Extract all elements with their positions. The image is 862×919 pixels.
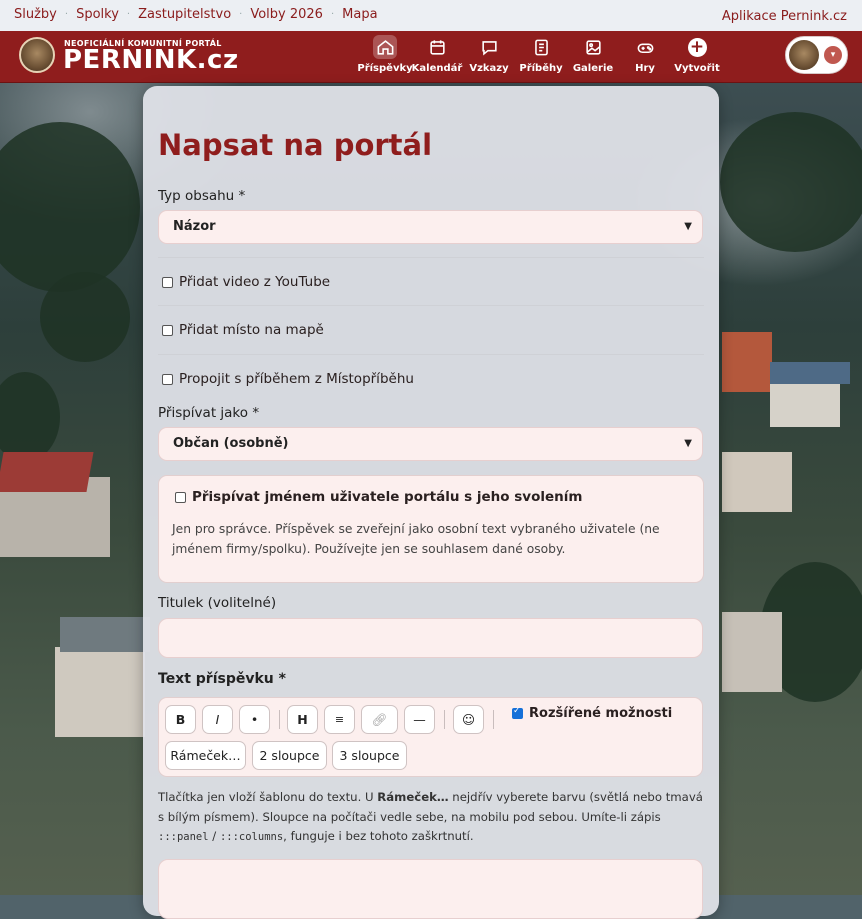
checkbox-youtube-label: Přidat video z YouTube <box>179 274 331 290</box>
link-button[interactable]: 🔗︎ <box>361 705 398 734</box>
help-bold: Rámeček… <box>377 790 449 804</box>
nav-item-vzkazy[interactable]: Vzkazy <box>463 35 515 79</box>
bullet-button[interactable]: • <box>239 705 270 734</box>
message-icon <box>477 35 501 59</box>
frame-button[interactable]: Rámeček… <box>165 741 246 770</box>
checkbox-map[interactable] <box>162 324 173 336</box>
content-type-select[interactable]: Názor ▼ <box>158 210 703 244</box>
top-link-spolky[interactable]: Spolky <box>76 7 119 22</box>
calendar-icon <box>425 35 449 59</box>
help-part: Tlačítka jen vloží šablonu do textu. U <box>158 790 378 804</box>
hr-button[interactable]: — <box>404 705 435 734</box>
on-behalf-label: Přispívat jménem uživatele portálu s jeh… <box>192 489 583 505</box>
toolbar-divider <box>493 710 494 729</box>
main-navbar: NEOFICIÁLNÍ KOMUNITNÍ PORTÁL PERNINK.cz … <box>0 31 862 83</box>
on-behalf-box: Přispívat jménem uživatele portálu s jeh… <box>158 475 704 583</box>
nav-label: Příspěvky <box>357 63 413 74</box>
separator-dot: · <box>126 9 131 20</box>
top-link-sluzby[interactable]: Služby <box>14 7 57 22</box>
nav-items: Příspěvky Kalendář Vzkazy Příběhy Galeri… <box>357 35 723 79</box>
heading-button[interactable]: H <box>287 705 318 734</box>
help-part: , funguje i bez tohoto zaškrtnutí. <box>283 829 474 843</box>
content-type-value: Názor <box>173 219 216 234</box>
image-icon <box>581 35 605 59</box>
separator-dot: · <box>330 9 335 20</box>
editor-help-text: Tlačítka jen vloží šablonu do textu. U R… <box>158 788 703 848</box>
title-field-label: Titulek (volitelné) <box>158 595 277 611</box>
top-link-mapa[interactable]: Mapa <box>342 7 377 22</box>
nav-item-pribehy[interactable]: Příběhy <box>515 35 567 79</box>
checkbox-story[interactable] <box>162 373 173 385</box>
advanced-options-label: Rozšířené možnosti <box>529 706 673 721</box>
brand-name[interactable]: PERNINK.cz <box>63 45 239 75</box>
page-title: Napsat na portál <box>158 128 433 162</box>
list-button[interactable]: ≡ <box>324 705 355 734</box>
on-behalf-note: Jen pro správce. Příspěvek se zveřejní j… <box>172 522 660 556</box>
separator-dot: · <box>239 9 243 20</box>
toolbar-divider <box>279 710 280 729</box>
nav-label: Kalendář <box>411 63 463 74</box>
nav-item-kalendar[interactable]: Kalendář <box>411 35 463 79</box>
nav-item-vytvorit[interactable]: + Vytvořit <box>671 35 723 79</box>
book-icon <box>529 35 553 59</box>
home-icon <box>373 35 397 59</box>
two-columns-button[interactable]: 2 sloupce <box>252 741 327 770</box>
chevron-down-icon: ▾ <box>824 46 842 64</box>
nav-item-hry[interactable]: Hry <box>619 35 671 79</box>
link-icon: 🔗︎ <box>371 711 388 727</box>
chevron-down-icon: ▼ <box>684 221 692 232</box>
nav-label: Hry <box>635 63 655 74</box>
italic-button[interactable]: I <box>202 705 233 734</box>
logo-bear-icon[interactable] <box>19 37 55 73</box>
app-link[interactable]: Aplikace Pernink.cz <box>722 9 847 24</box>
checkbox-row-map[interactable]: Přidat místo na mapě <box>158 305 704 354</box>
nav-label: Galerie <box>572 63 614 74</box>
checkbox-advanced[interactable] <box>512 706 523 719</box>
compose-panel: Napsat na portál Typ obsahu * Názor ▼ Př… <box>143 86 719 919</box>
plus-icon: + <box>685 35 709 59</box>
avatar <box>789 40 819 70</box>
checkbox-map-label: Přidat místo na mapě <box>179 322 324 338</box>
nav-label: Příběhy <box>519 63 563 74</box>
post-as-label: Přispívat jako * <box>158 405 260 421</box>
post-text-area[interactable] <box>158 859 703 919</box>
help-code: :::columns <box>219 831 284 843</box>
checkbox-row-story[interactable]: Propojit s příběhem z Místopříběhu <box>158 354 704 403</box>
advanced-options-toggle[interactable]: Rozšířené možnosti <box>508 706 672 721</box>
top-link-volby[interactable]: Volby 2026 <box>250 7 323 22</box>
nav-item-galerie[interactable]: Galerie <box>567 35 619 79</box>
user-menu-button[interactable]: ▾ <box>785 36 848 74</box>
top-links: Služby · Spolky · Zastupitelstvo · Volby… <box>14 7 378 22</box>
three-columns-button[interactable]: 3 sloupce <box>332 741 407 770</box>
post-as-select[interactable]: Občan (osobně) ▼ <box>158 427 703 461</box>
checkbox-youtube[interactable] <box>162 276 173 288</box>
help-part: / <box>208 829 220 843</box>
content-type-label: Typ obsahu * <box>158 188 246 204</box>
post-as-value: Občan (osobně) <box>173 436 289 451</box>
nav-label: Vytvořit <box>674 63 720 74</box>
text-label: Text příspěvku * <box>158 671 286 687</box>
checkbox-on-behalf[interactable] <box>175 491 186 503</box>
title-input[interactable] <box>158 618 703 658</box>
checkbox-story-label: Propojit s příběhem z Místopříběhu <box>179 371 414 387</box>
top-utility-bar: Služby · Spolky · Zastupitelstvo · Volby… <box>0 0 862 31</box>
nav-label: Vzkazy <box>469 63 509 74</box>
editor-toolbar: B I • H ≡ 🔗︎ — ☺ Rozšířené možnosti Ráme… <box>158 697 703 777</box>
emoji-button[interactable]: ☺ <box>453 705 484 734</box>
on-behalf-checkbox-row[interactable]: Přispívat jménem uživatele portálu s jeh… <box>171 489 582 505</box>
bold-button[interactable]: B <box>165 705 196 734</box>
nav-item-prispevky[interactable]: Příspěvky <box>357 35 413 79</box>
top-link-zastupitelstvo[interactable]: Zastupitelstvo <box>138 7 231 22</box>
separator-dot: · <box>64 9 69 20</box>
checkbox-row-youtube[interactable]: Přidat video z YouTube <box>158 257 704 306</box>
chevron-down-icon: ▼ <box>684 438 692 449</box>
gamepad-icon <box>633 35 657 59</box>
toolbar-divider <box>444 710 445 729</box>
help-code: :::panel <box>158 831 209 843</box>
